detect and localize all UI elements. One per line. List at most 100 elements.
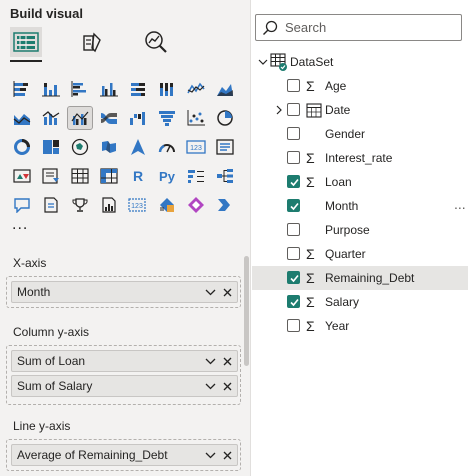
waterfall-chart-icon[interactable] [126, 107, 150, 129]
column-y-axis-well[interactable]: Sum of Loan Sum of Salary [6, 345, 241, 405]
paginated-report-icon[interactable] [97, 194, 121, 216]
matrix-icon[interactable] [97, 165, 121, 187]
search-box[interactable] [255, 14, 462, 41]
field-checkbox[interactable] [287, 247, 300, 260]
donut-chart-icon[interactable] [10, 136, 34, 158]
clustered-bar-chart-icon[interactable] [68, 78, 92, 100]
field-checkbox[interactable] [287, 151, 300, 164]
field-row-year[interactable]: Σ Year [252, 314, 468, 338]
dataset-row[interactable]: DataSet [252, 50, 468, 74]
chevron-down-icon[interactable] [258, 57, 268, 67]
kpi-icon[interactable] [10, 165, 34, 187]
field-row-gender[interactable]: Gender [252, 122, 468, 146]
slicer-icon[interactable] [39, 165, 63, 187]
more-visuals-ellipsis[interactable]: ... [12, 216, 28, 234]
field-row-interest-rate[interactable]: Σ Interest_rate [252, 146, 468, 170]
field-row-salary[interactable]: Σ Salary [252, 290, 468, 314]
field-checkbox-checked[interactable] [287, 199, 300, 212]
card-icon[interactable]: 123 [184, 136, 208, 158]
field-row-quarter[interactable]: Σ Quarter [252, 242, 468, 266]
qa-visual-icon[interactable] [10, 194, 34, 216]
field-checkbox[interactable] [287, 319, 300, 332]
ribbon-chart-icon[interactable] [97, 107, 121, 129]
pie-chart-icon[interactable] [213, 107, 237, 129]
stacked-bar-chart-icon[interactable] [10, 78, 34, 100]
x-axis-label: X-axis [13, 256, 47, 270]
more-visuals-chevron-icon[interactable] [213, 194, 237, 216]
close-icon[interactable] [220, 448, 234, 462]
chevron-down-icon[interactable] [203, 285, 217, 299]
map-icon[interactable] [68, 136, 92, 158]
x-axis-well[interactable]: Month [6, 276, 241, 308]
table-icon[interactable] [68, 165, 92, 187]
pane-scrollbar-thumb[interactable] [244, 256, 249, 366]
field-checkbox-checked[interactable] [287, 175, 300, 188]
close-icon[interactable] [220, 354, 234, 368]
field-row-purpose[interactable]: Purpose [252, 218, 468, 242]
build-visual-tab[interactable] [10, 27, 42, 57]
field-checkbox[interactable] [287, 103, 300, 116]
chevron-right-icon[interactable] [274, 105, 284, 115]
sigma-icon: Σ [306, 270, 315, 286]
chevron-down-icon[interactable] [203, 448, 217, 462]
field-name: Interest_rate [325, 151, 393, 165]
line-y-axis-label: Line y-axis [13, 419, 71, 433]
chevron-down-icon[interactable] [203, 379, 217, 393]
power-apps-icon[interactable] [155, 194, 179, 216]
scatter-chart-icon[interactable] [184, 107, 208, 129]
close-icon[interactable] [220, 285, 234, 299]
field-row-month[interactable]: Month ... [252, 194, 468, 218]
line-clustered-column-icon[interactable] [67, 106, 93, 130]
python-visual-icon[interactable]: Py [155, 165, 179, 187]
field-pill[interactable]: Sum of Loan [11, 350, 238, 372]
line-chart-icon[interactable] [184, 78, 208, 100]
line-y-axis-well[interactable]: Average of Remaining_Debt [6, 439, 241, 471]
analytics-tab[interactable] [140, 27, 172, 57]
sigma-icon: Σ [306, 174, 315, 190]
line-stacked-column-icon[interactable] [39, 107, 63, 129]
field-pill[interactable]: Average of Remaining_Debt [11, 444, 238, 466]
search-input[interactable] [283, 19, 453, 36]
chevron-down-icon[interactable] [203, 354, 217, 368]
more-options-ellipsis[interactable]: ... [454, 196, 466, 212]
funnel-chart-icon[interactable] [155, 107, 179, 129]
field-pill[interactable]: Sum of Salary [11, 375, 238, 397]
field-row-remaining-debt[interactable]: Σ Remaining_Debt [252, 266, 468, 290]
goals-trophy-icon[interactable] [68, 194, 92, 216]
gauge-icon[interactable] [155, 136, 179, 158]
multi-row-card-icon[interactable] [213, 136, 237, 158]
svg-text:123: 123 [190, 145, 202, 152]
column-y-axis-label: Column y-axis [13, 325, 90, 339]
field-checkbox[interactable] [287, 223, 300, 236]
close-icon[interactable] [220, 379, 234, 393]
field-checkbox-checked[interactable] [287, 271, 300, 284]
field-pill-text: Average of Remaining_Debt [17, 448, 168, 462]
field-checkbox-checked[interactable] [287, 295, 300, 308]
field-row-loan[interactable]: Σ Loan [252, 170, 468, 194]
field-row-date[interactable]: Date [252, 98, 468, 122]
field-checkbox[interactable] [287, 79, 300, 92]
filled-map-icon[interactable] [97, 136, 121, 158]
field-checkbox[interactable] [287, 127, 300, 140]
sigma-icon: Σ [306, 294, 315, 310]
key-influencers-icon[interactable] [184, 165, 208, 187]
stacked-area-chart-icon[interactable] [10, 107, 34, 129]
card-new-icon[interactable]: 123 [126, 194, 150, 216]
sigma-icon: Σ [306, 246, 315, 262]
format-visual-tab[interactable] [76, 27, 108, 57]
smart-narrative-icon[interactable] [39, 194, 63, 216]
decomposition-tree-icon[interactable] [213, 165, 237, 187]
field-row-age[interactable]: Σ Age [252, 74, 468, 98]
treemap-icon[interactable] [39, 136, 63, 158]
area-chart-icon[interactable] [213, 78, 237, 100]
100-stacked-column-icon[interactable] [155, 78, 179, 100]
stacked-column-chart-icon[interactable] [39, 78, 63, 100]
r-script-visual-icon[interactable]: R [126, 165, 150, 187]
100-stacked-bar-icon[interactable] [126, 78, 150, 100]
svg-text:Py: Py [159, 169, 176, 184]
azure-map-icon[interactable] [126, 136, 150, 158]
clustered-column-chart-icon[interactable] [97, 78, 121, 100]
power-automate-icon[interactable] [184, 194, 208, 216]
field-pill[interactable]: Month [11, 281, 238, 303]
calendar-icon [306, 103, 322, 118]
